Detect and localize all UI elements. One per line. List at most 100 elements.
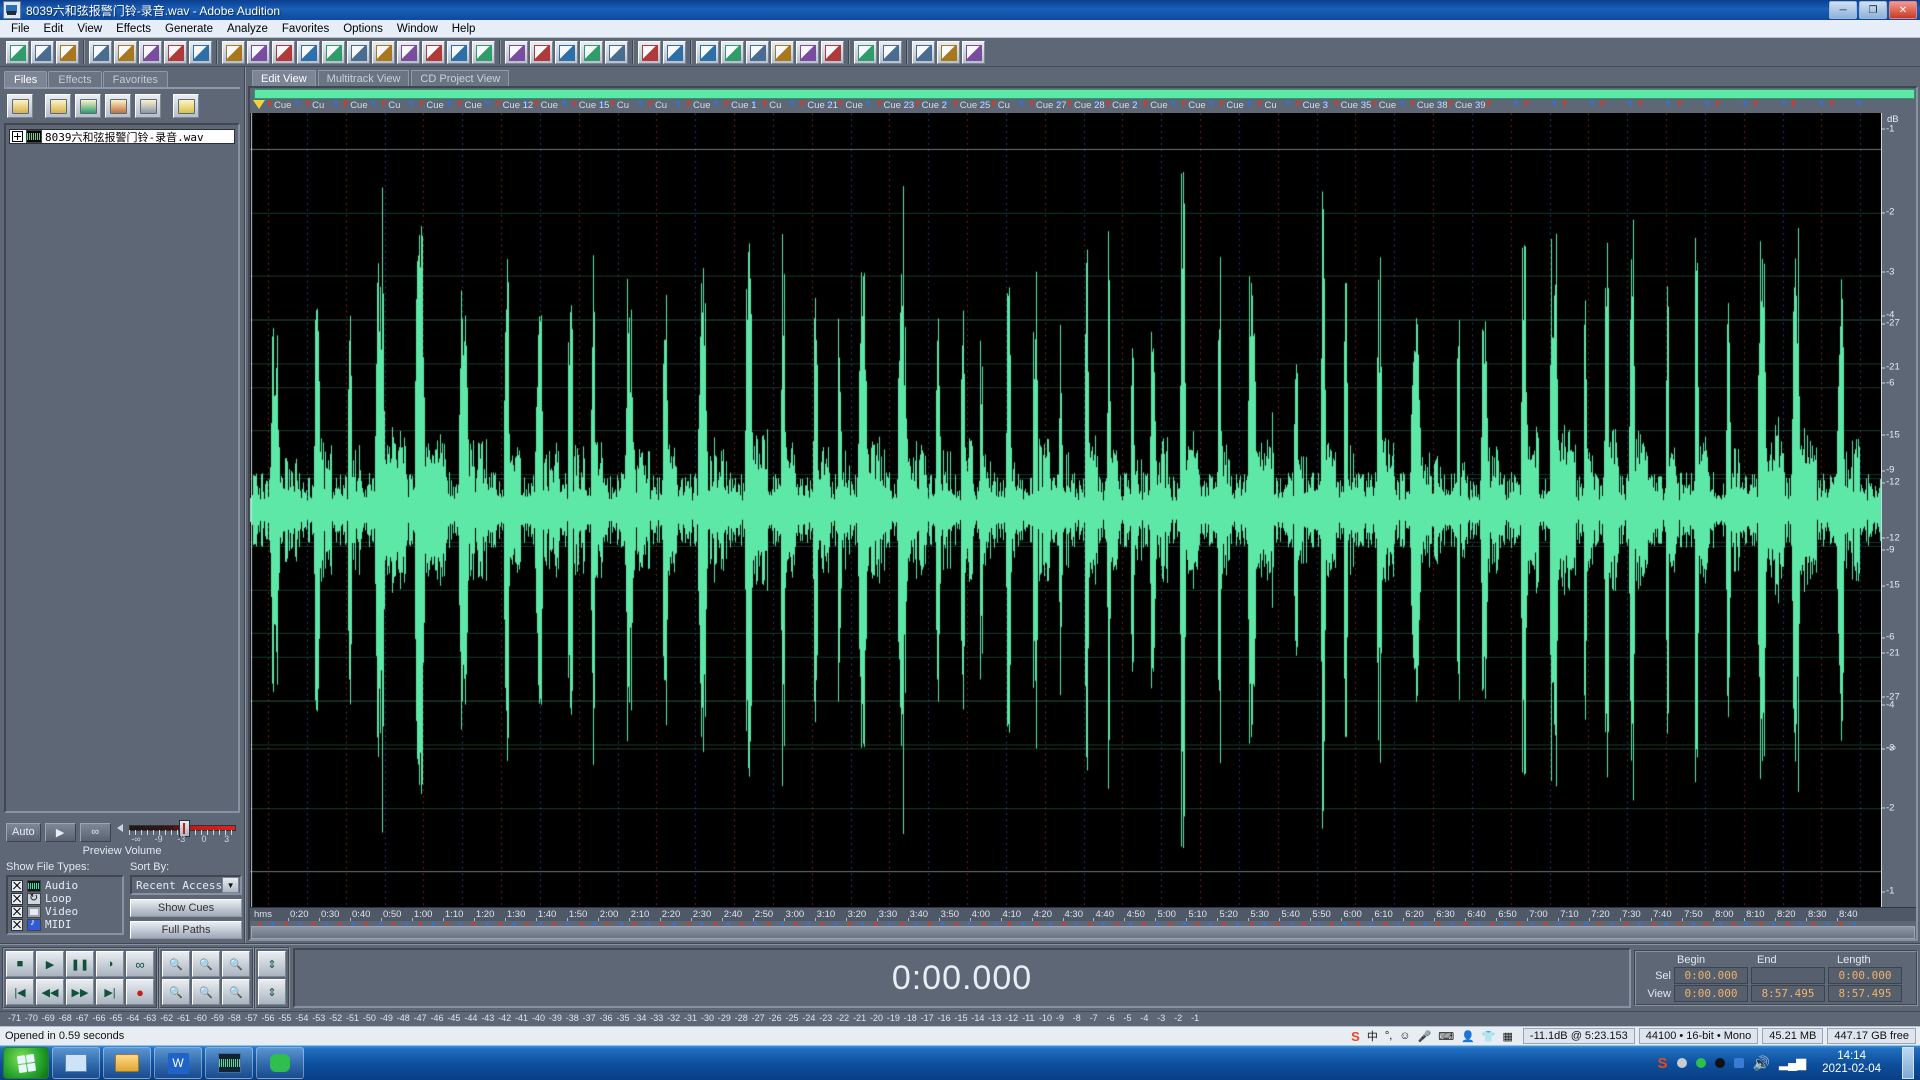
cue-marker-start-icon[interactable] xyxy=(687,101,692,107)
preview-volume-slider[interactable]: -∞ -9 -3 0 3 xyxy=(115,817,238,847)
checkbox-icon[interactable] xyxy=(11,893,23,905)
cue-marker-start-icon[interactable] xyxy=(1297,101,1302,107)
toolbar-button-16[interactable] xyxy=(397,41,420,64)
menu-window[interactable]: Window xyxy=(390,22,445,36)
microphone-icon[interactable]: 🎤 xyxy=(1418,1030,1432,1043)
menu-help[interactable]: Help xyxy=(445,22,483,36)
cue-marker-start-icon[interactable] xyxy=(344,101,349,107)
tab-cd-project-view[interactable]: CD Project View xyxy=(411,70,509,86)
skin-icon[interactable]: 👕 xyxy=(1482,1030,1496,1043)
organizer-button-3[interactable] xyxy=(75,94,101,118)
cue-marker-end-icon[interactable] xyxy=(1551,101,1556,107)
toolbar-button-35[interactable] xyxy=(912,41,935,64)
file-type-loop[interactable]: Loop xyxy=(11,892,119,905)
toolbar-button-22[interactable] xyxy=(555,41,578,64)
waveform-display[interactable] xyxy=(250,113,1881,907)
menu-edit[interactable]: Edit xyxy=(37,22,71,36)
toolbar-button-12[interactable] xyxy=(297,41,320,64)
toolbar-button-37[interactable] xyxy=(962,41,985,64)
cue-marker-start-icon[interactable] xyxy=(1373,101,1378,107)
cue-marker-bar[interactable]: CueCuCueCuCueCueCue 12CueCue 15CuCuCueCu… xyxy=(250,100,1916,113)
cue-marker-start-icon[interactable] xyxy=(725,101,730,107)
cue-marker-start-icon[interactable] xyxy=(992,101,997,107)
toolbar-button-34[interactable] xyxy=(879,41,902,64)
cue-marker-end-icon[interactable] xyxy=(1780,101,1785,107)
file-type-midi[interactable]: MIDI xyxy=(11,918,119,931)
zoom-in-horizontal-button[interactable]: 🔍 xyxy=(162,951,190,977)
menu-file[interactable]: File xyxy=(4,22,37,36)
organizer-button-2[interactable] xyxy=(45,94,71,118)
menu-analyze[interactable]: Analyze xyxy=(220,22,275,36)
rewind-button[interactable]: ◀◀ xyxy=(36,979,64,1005)
record-button[interactable]: ● xyxy=(126,979,154,1005)
chinese-mode-icon[interactable]: 中 xyxy=(1367,1028,1378,1044)
toolbar-button-31[interactable] xyxy=(796,41,819,64)
chevron-down-icon[interactable]: ▼ xyxy=(222,877,239,893)
cue-marker-start-icon[interactable] xyxy=(1068,101,1073,107)
cue-marker-end-icon[interactable] xyxy=(1627,101,1632,107)
cue-marker-end-icon[interactable] xyxy=(484,101,489,107)
tray-qq-icon[interactable] xyxy=(1715,1058,1725,1068)
cue-marker-end-icon[interactable] xyxy=(1284,101,1289,107)
cue-marker-end-icon[interactable] xyxy=(637,101,642,107)
auto-play-button[interactable]: Auto xyxy=(6,823,41,842)
list-item[interactable]: 8039六和弦报警门铃-录音.wav xyxy=(9,129,235,144)
stop-button[interactable]: ■ xyxy=(6,951,34,977)
cue-marker-end-icon[interactable] xyxy=(370,101,375,107)
toolbar-button-8[interactable] xyxy=(189,41,212,64)
tray-sogou-icon[interactable]: S xyxy=(1658,1055,1668,1072)
time-ruler[interactable]: hms0:200:300:400:501:001:101:201:301:401… xyxy=(250,907,1916,921)
cue-marker-end-icon[interactable] xyxy=(1742,101,1747,107)
file-type-video[interactable]: Video xyxy=(11,905,119,918)
play-to-end-button[interactable]: ◑ xyxy=(96,951,124,977)
tab-edit-view[interactable]: Edit View xyxy=(252,70,316,86)
toolbar-button-20[interactable] xyxy=(505,41,528,64)
cue-marker-end-icon[interactable] xyxy=(561,101,566,107)
cue-marker-end-icon[interactable] xyxy=(789,101,794,107)
scrollbar-thumb[interactable] xyxy=(251,926,1915,939)
preview-loop-button[interactable]: ∞ xyxy=(80,823,111,842)
cue-marker-end-icon[interactable] xyxy=(1704,101,1709,107)
toolbar-button-29[interactable] xyxy=(746,41,769,64)
loop-button[interactable]: ∞ xyxy=(126,951,154,977)
toolbar-button-18[interactable] xyxy=(447,41,470,64)
cue-marker-end-icon[interactable] xyxy=(713,101,718,107)
sel-length-field[interactable]: 0:00.000 xyxy=(1828,967,1902,984)
toolbar-button-19[interactable] xyxy=(472,41,495,64)
go-to-beginning-button[interactable]: |◀ xyxy=(6,979,34,1005)
cue-marker-end-icon[interactable] xyxy=(294,101,299,107)
cue-marker-start-icon[interactable] xyxy=(306,101,311,107)
cue-marker-start-icon[interactable] xyxy=(649,101,654,107)
menu-generate[interactable]: Generate xyxy=(158,22,220,36)
cue-marker-start-icon[interactable] xyxy=(916,101,921,107)
tab-files[interactable]: Files xyxy=(4,71,47,87)
cue-marker-start-icon[interactable] xyxy=(1754,101,1759,107)
cue-marker-start-icon[interactable] xyxy=(1182,101,1187,107)
zoom-in-vertical-button[interactable]: ⇕ xyxy=(258,951,286,977)
play-button[interactable]: ▶ xyxy=(36,951,64,977)
cue-marker-start-icon[interactable] xyxy=(1792,101,1797,107)
maximize-button[interactable]: ❐ xyxy=(1859,1,1887,19)
cue-marker-start-icon[interactable] xyxy=(1030,101,1035,107)
cue-marker-end-icon[interactable] xyxy=(1399,101,1404,107)
expand-icon[interactable] xyxy=(12,131,23,142)
tray-wechat-icon[interactable] xyxy=(1696,1058,1706,1068)
cue-marker-start-icon[interactable] xyxy=(954,101,959,107)
taskbar-item-audition[interactable] xyxy=(205,1047,253,1079)
cue-marker-end-icon[interactable] xyxy=(1208,101,1213,107)
cue-marker-start-icon[interactable] xyxy=(611,101,616,107)
taskbar-item-folder[interactable] xyxy=(103,1047,151,1079)
full-paths-button[interactable]: Full Paths xyxy=(130,921,242,939)
toolbar-button-36[interactable] xyxy=(937,41,960,64)
zoom-out-vertical-button[interactable]: ⇕ xyxy=(258,979,286,1005)
cue-marker-start-icon[interactable] xyxy=(1449,101,1454,107)
zoom-to-selection-button[interactable]: 🔍 xyxy=(222,979,250,1005)
minimize-button[interactable]: ─ xyxy=(1829,1,1857,19)
tab-effects[interactable]: Effects xyxy=(48,71,101,87)
cue-marker-start-icon[interactable] xyxy=(1563,101,1568,107)
network-icon[interactable]: ▂▄▆ xyxy=(1779,1055,1805,1071)
cue-marker-end-icon[interactable] xyxy=(1665,101,1670,107)
toolbar-button-23[interactable] xyxy=(580,41,603,64)
cue-marker-start-icon[interactable] xyxy=(1601,101,1606,107)
time-display[interactable]: 0:00.000 xyxy=(293,948,1631,1008)
